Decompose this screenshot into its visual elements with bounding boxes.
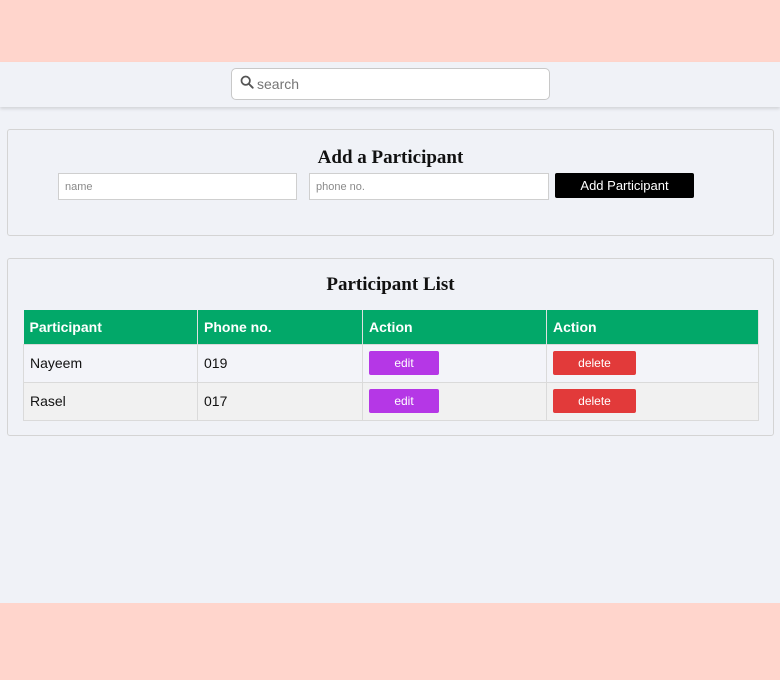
delete-button[interactable]: delete [553, 351, 636, 375]
edit-button[interactable]: edit [369, 351, 439, 375]
edit-button[interactable]: edit [369, 389, 439, 413]
phone-input[interactable] [309, 173, 549, 200]
delete-cell: delete [546, 381, 759, 421]
edit-cell: edit [362, 381, 547, 421]
participant-list-card: Participant List Participant Phone no. A… [7, 258, 774, 436]
table-header-row: Participant Phone no. Action Action [23, 310, 759, 344]
participant-name: Rasel [23, 381, 198, 421]
participant-phone: 019 [197, 343, 363, 383]
search-input[interactable] [257, 76, 537, 92]
add-participant-button[interactable]: Add Participant [555, 173, 694, 198]
column-header-participant: Participant [23, 310, 198, 344]
participant-list-title: Participant List [326, 274, 455, 295]
top-bar [0, 62, 780, 107]
edit-cell: edit [362, 343, 547, 383]
name-input[interactable] [58, 173, 297, 200]
participant-table: Participant Phone no. Action Action Naye… [23, 310, 759, 421]
add-participant-card: Add a Participant Add Participant [7, 129, 774, 236]
delete-cell: delete [546, 343, 759, 383]
column-header-action: Action [546, 310, 759, 344]
search-box[interactable] [231, 68, 550, 100]
column-header-phone: Phone no. [197, 310, 363, 344]
column-header-action: Action [362, 310, 547, 344]
add-participant-title: Add a Participant [317, 147, 464, 168]
participant-phone: 017 [197, 381, 363, 421]
table-row: Rasel 017 edit delete [23, 381, 759, 421]
delete-button[interactable]: delete [553, 389, 636, 413]
participant-name: Nayeem [23, 343, 198, 383]
app-container: Add a Participant Add Participant Partic… [0, 62, 780, 603]
table-row: Nayeem 019 edit delete [23, 343, 759, 383]
search-icon [240, 75, 254, 94]
